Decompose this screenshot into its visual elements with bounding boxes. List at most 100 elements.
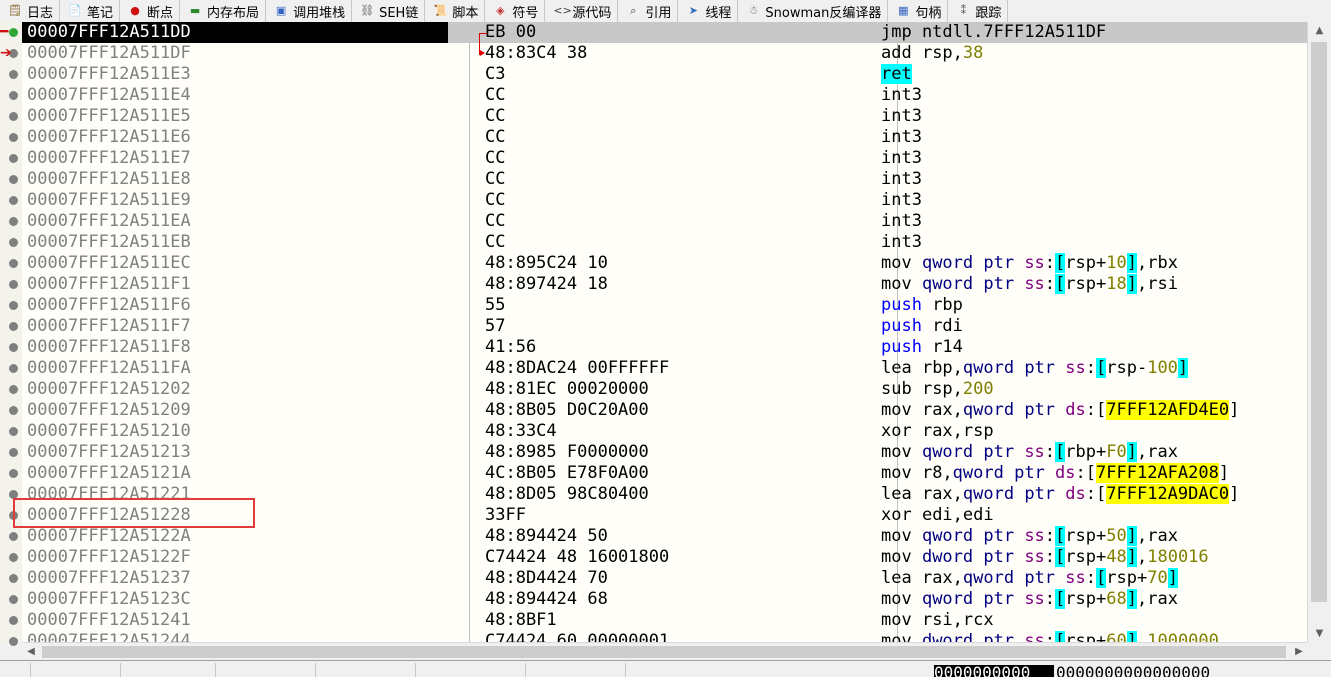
breakpoint-toggle[interactable] xyxy=(9,112,18,121)
disasm-row[interactable]: 00007FFF12A51213 48:8985 F0000000 mov qwor… xyxy=(22,442,1308,463)
disasm-row[interactable]: 00007FFF12A511F1 48:897424 18 mov qword pt… xyxy=(22,274,1308,295)
tab-symbols[interactable]: ◈ 符号 xyxy=(485,0,546,22)
tab-bar: 🗒 日志 📄 笔记 ● 断点 ▬ 内存布局 ▣ 调用堆栈 ⛓ SEH链 📜 脚本 ◈ 符号 <> 源代码 ⌕ 引用 ➤ 线… xyxy=(0,0,1331,23)
disasm-row[interactable]: 00007FFF12A511EA CC int3 xyxy=(22,211,1308,232)
breakpoint-toggle[interactable] xyxy=(9,427,18,436)
disasm-row[interactable]: 00007FFF12A511E8 CC int3 xyxy=(22,169,1308,190)
disasm-row[interactable]: 00007FFF12A51244 C74424 60 00000001 mov dw… xyxy=(22,631,1308,642)
tab-call-stack[interactable]: ▣ 调用堆栈 xyxy=(266,0,353,22)
breakpoint-toggle[interactable] xyxy=(9,28,18,37)
disasm-row[interactable]: 00007FFF12A511E7 CC int3 xyxy=(22,148,1308,169)
tab-references[interactable]: ⌕ 引用 xyxy=(618,0,679,22)
breakpoint-toggle[interactable] xyxy=(9,553,18,562)
vertical-scrollbar[interactable]: ▲ ▼ xyxy=(1307,22,1331,642)
disasm-row[interactable]: 00007FFF12A511FA 48:8DAC24 00FFFFFF lea rb… xyxy=(22,358,1308,379)
tab-notes[interactable]: 📄 笔记 xyxy=(60,0,121,22)
instruction-cell: mov qword ptr ss:[rbp+F0],rax xyxy=(881,442,1178,463)
disasm-row[interactable]: 00007FFF12A51202 48:81EC 00020000 sub rsp,… xyxy=(22,379,1308,400)
disasm-row[interactable]: 00007FFF12A51210 48:33C4 xor rax,rsp xyxy=(22,421,1308,442)
disasm-row[interactable]: 00007FFF12A511EB CC int3 xyxy=(22,232,1308,253)
tab-script[interactable]: 📜 脚本 xyxy=(425,0,486,22)
breakpoint-toggle[interactable] xyxy=(9,196,18,205)
bottom-tab[interactable] xyxy=(0,663,31,677)
tab-trace[interactable]: ⁑ 跟踪 xyxy=(948,0,1009,22)
disasm-row[interactable]: 00007FFF12A511F7 57 push rdi xyxy=(22,316,1308,337)
breakpoint-toggle[interactable] xyxy=(9,70,18,79)
disasm-row[interactable]: 00007FFF12A511EC 48:895C24 10 mov qword pt… xyxy=(22,253,1308,274)
bottom-tab[interactable] xyxy=(525,663,626,677)
tab-threads[interactable]: ➤ 线程 xyxy=(678,0,739,22)
scroll-up-icon[interactable]: ▲ xyxy=(1308,22,1331,39)
breakpoint-toggle[interactable] xyxy=(9,385,18,394)
bottom-tab[interactable] xyxy=(315,663,416,677)
scroll-left-icon[interactable]: ◀ xyxy=(22,643,40,661)
disasm-row[interactable]: 00007FFF12A511DF 48:83C4 38 add rsp,38 xyxy=(22,43,1308,64)
scroll-down-icon[interactable]: ▼ xyxy=(1308,625,1331,642)
instruction-token: r14 xyxy=(932,337,963,357)
instruction-token: ] xyxy=(1126,274,1137,294)
disasm-row[interactable]: 00007FFF12A511F8 41:56 push r14 xyxy=(22,337,1308,358)
breakpoint-toggle[interactable] xyxy=(9,154,18,163)
breakpoint-toggle[interactable] xyxy=(9,448,18,457)
disasm-row[interactable]: 00007FFF12A511E9 CC int3 xyxy=(22,190,1308,211)
breakpoint-toggle[interactable] xyxy=(9,91,18,100)
breakpoint-toggle[interactable] xyxy=(9,301,18,310)
disasm-row-current[interactable]: 00007FFF12A511DD EB 00 jmp ntdll.7FFF12A51… xyxy=(22,22,1308,43)
bytes-cell: C74424 60 00000001 xyxy=(485,631,670,642)
disasm-row[interactable]: 00007FFF12A51237 48:8D4424 70 lea rax,qwor… xyxy=(22,568,1308,589)
tab-label: 源代码 xyxy=(572,5,612,21)
disasm-row[interactable]: 00007FFF12A511F6 55 push rbp xyxy=(22,295,1308,316)
instruction-token: : xyxy=(1044,442,1056,462)
disassembly-view[interactable]: ━ ➔ 00007FFF12A511DD EB 00 jmp ntdll.7FFF12… xyxy=(0,22,1331,646)
tab-memory-map[interactable]: ▬ 内存布局 xyxy=(180,0,267,22)
tab-snowman[interactable]: ☃ Snowman反编译器 xyxy=(738,0,889,22)
vertical-scroll-thumb[interactable] xyxy=(1311,42,1327,602)
tab-seh-chain[interactable]: ⛓ SEH链 xyxy=(352,0,426,22)
instruction-token: ] xyxy=(1126,442,1137,462)
breakpoint-toggle[interactable] xyxy=(9,469,18,478)
disasm-row[interactable]: 00007FFF12A5123C 48:894424 68 mov qword pt… xyxy=(22,589,1308,610)
instruction-token: ,rbx xyxy=(1136,253,1178,273)
disasm-row[interactable]: 00007FFF12A5121A 4C:8B05 E78F0A00 mov r8,q… xyxy=(22,463,1308,484)
breakpoint-gutter[interactable]: ━ ➔ xyxy=(0,22,22,646)
tab-source[interactable]: <> 源代码 xyxy=(545,0,619,22)
breakpoint-toggle[interactable] xyxy=(9,259,18,268)
breakpoint-toggle[interactable] xyxy=(9,217,18,226)
dump-address-selected[interactable]: 0000000000 xyxy=(934,665,1054,677)
bytes-cell: 48:33C4 xyxy=(485,421,557,441)
bottom-tab[interactable] xyxy=(215,663,316,677)
scroll-right-icon[interactable]: ▶ xyxy=(1290,643,1308,661)
tab-handles[interactable]: ▦ 句柄 xyxy=(888,0,949,22)
instruction-token: : xyxy=(1044,526,1056,546)
disasm-row[interactable]: 00007FFF12A511E5 CC int3 xyxy=(22,106,1308,127)
disasm-row[interactable]: 00007FFF12A51241 48:8BF1 mov rsi,rcx xyxy=(22,610,1308,631)
disasm-row[interactable]: 00007FFF12A5122F C74424 48 16001800 mov dw… xyxy=(22,547,1308,568)
breakpoint-toggle[interactable] xyxy=(9,280,18,289)
disasm-row[interactable]: 00007FFF12A5122A 48:894424 50 mov qword pt… xyxy=(22,526,1308,547)
tab-breakpoint-dot[interactable]: ● 断点 xyxy=(120,0,181,22)
breakpoint-toggle[interactable] xyxy=(9,343,18,352)
bottom-tab[interactable] xyxy=(120,663,216,677)
disasm-row[interactable]: 00007FFF12A51209 48:8B05 D0C20A00 mov rax,… xyxy=(22,400,1308,421)
breakpoint-toggle[interactable] xyxy=(9,574,18,583)
breakpoint-toggle[interactable] xyxy=(9,616,18,625)
bottom-tab[interactable] xyxy=(415,663,526,677)
breakpoint-toggle[interactable] xyxy=(9,175,18,184)
tab-log[interactable]: 🗒 日志 xyxy=(0,0,61,22)
horizontal-scroll-thumb[interactable] xyxy=(42,646,1286,658)
breakpoint-toggle[interactable] xyxy=(9,406,18,415)
breakpoint-toggle[interactable] xyxy=(9,595,18,604)
breakpoint-toggle[interactable] xyxy=(9,637,18,646)
breakpoint-toggle[interactable] xyxy=(9,532,18,541)
breakpoint-toggle[interactable] xyxy=(9,364,18,373)
disasm-row[interactable]: 00007FFF12A511E3 C3 ret xyxy=(22,64,1308,85)
breakpoint-toggle[interactable] xyxy=(9,238,18,247)
breakpoint-toggle[interactable] xyxy=(9,133,18,142)
horizontal-scrollbar[interactable]: ◀ ▶ xyxy=(22,642,1308,661)
disasm-row[interactable]: 00007FFF12A511E6 CC int3 xyxy=(22,127,1308,148)
bottom-tab[interactable] xyxy=(30,663,121,677)
disasm-row[interactable]: 00007FFF12A511E4 CC int3 xyxy=(22,85,1308,106)
call-stack-icon: ▣ xyxy=(275,4,287,17)
instruction-token: int3 xyxy=(881,148,922,168)
breakpoint-toggle[interactable] xyxy=(9,322,18,331)
